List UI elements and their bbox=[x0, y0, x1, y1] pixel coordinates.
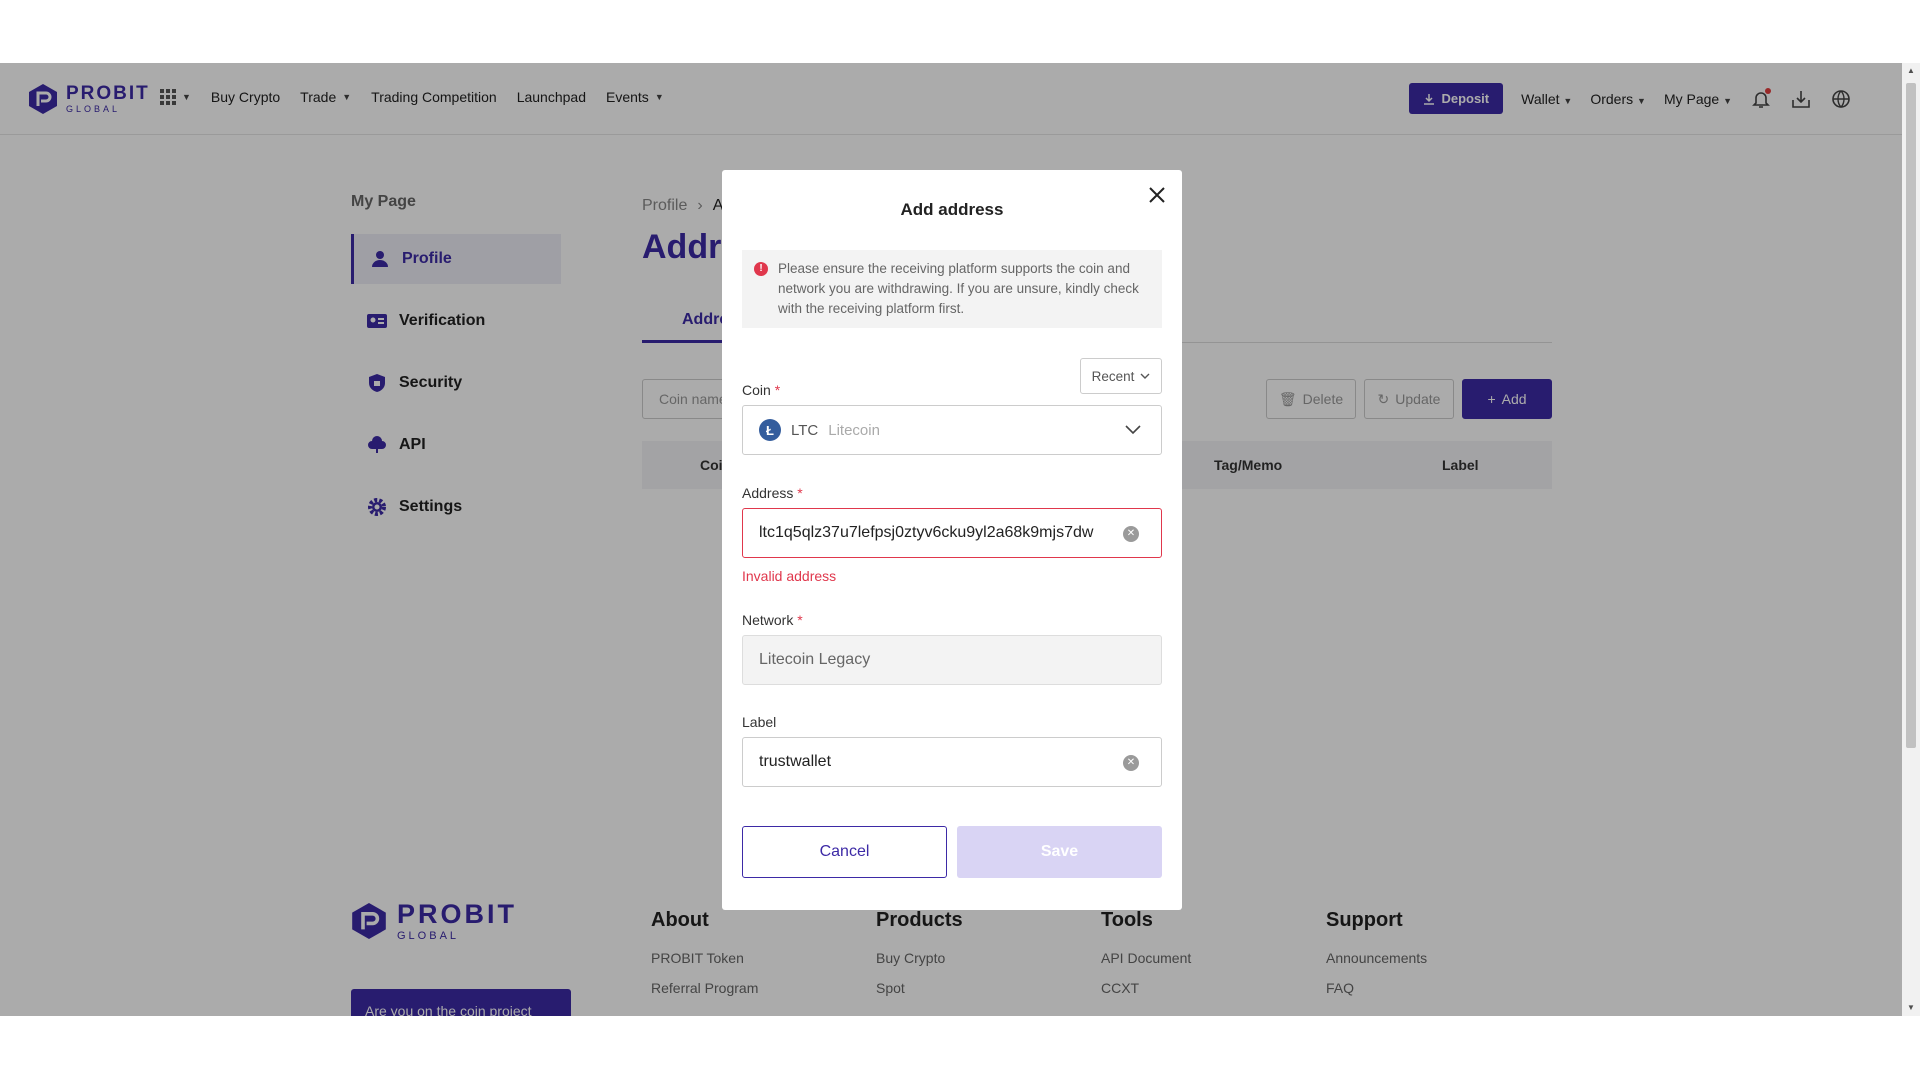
network-label-text: Network bbox=[742, 612, 794, 628]
recent-dropdown[interactable]: Recent bbox=[1080, 358, 1162, 394]
coin-symbol: LTC bbox=[791, 421, 819, 439]
coin-label: Coin * bbox=[742, 382, 780, 398]
address-input[interactable]: ltc1q5qlz37u7lefpsj0ztyv6cku9yl2a68k9mjs… bbox=[742, 508, 1162, 558]
scroll-up-icon[interactable]: ▲ bbox=[1902, 63, 1920, 79]
address-label: Address * bbox=[742, 485, 803, 501]
address-error: Invalid address bbox=[742, 568, 837, 584]
chevron-down-icon bbox=[1140, 373, 1150, 379]
required-mark: * bbox=[774, 382, 781, 398]
network-field: Litecoin Legacy bbox=[742, 635, 1162, 685]
clear-icon[interactable]: ✕ bbox=[1123, 526, 1139, 542]
modal-title: Add address bbox=[900, 200, 1004, 219]
save-button[interactable]: Save bbox=[957, 826, 1162, 878]
label-value: trustwallet bbox=[759, 753, 832, 770]
alert-icon: ! bbox=[754, 262, 768, 276]
warning-text: Please ensure the receiving platform sup… bbox=[778, 261, 1139, 316]
label-field-label: Label bbox=[742, 714, 777, 730]
address-value: ltc1q5qlz37u7lefpsj0ztyv6cku9yl2a68k9mjs… bbox=[759, 524, 1094, 541]
required-mark: * bbox=[797, 485, 803, 501]
network-label: Network * bbox=[742, 612, 803, 628]
vertical-scrollbar[interactable]: ▲ ▼ bbox=[1902, 63, 1920, 1016]
scrollbar-thumb[interactable] bbox=[1906, 83, 1916, 748]
page-viewport: PROBIT GLOBAL ▼ Buy Crypto Trade ▼ Tradin… bbox=[0, 63, 1920, 1016]
warning-notice: ! Please ensure the receiving platform s… bbox=[742, 250, 1162, 328]
coin-label-text: Coin bbox=[742, 382, 771, 398]
clear-icon[interactable]: ✕ bbox=[1123, 755, 1139, 771]
close-icon[interactable] bbox=[1146, 184, 1168, 206]
required-mark: * bbox=[797, 612, 803, 628]
coin-name: Litecoin bbox=[828, 421, 880, 439]
coin-select[interactable]: Ł LTC Litecoin bbox=[742, 405, 1162, 455]
network-value: Litecoin Legacy bbox=[759, 651, 871, 668]
recent-label: Recent bbox=[1091, 368, 1135, 384]
address-label-text: Address bbox=[742, 485, 794, 501]
add-address-modal: Add address ! Please ensure the receivin… bbox=[722, 170, 1182, 910]
scroll-down-icon[interactable]: ▼ bbox=[1902, 1000, 1920, 1016]
litecoin-icon: Ł bbox=[759, 419, 781, 441]
chevron-down-icon bbox=[1125, 425, 1141, 435]
cancel-button[interactable]: Cancel bbox=[742, 826, 947, 878]
label-input[interactable]: trustwallet ✕ bbox=[742, 737, 1162, 787]
